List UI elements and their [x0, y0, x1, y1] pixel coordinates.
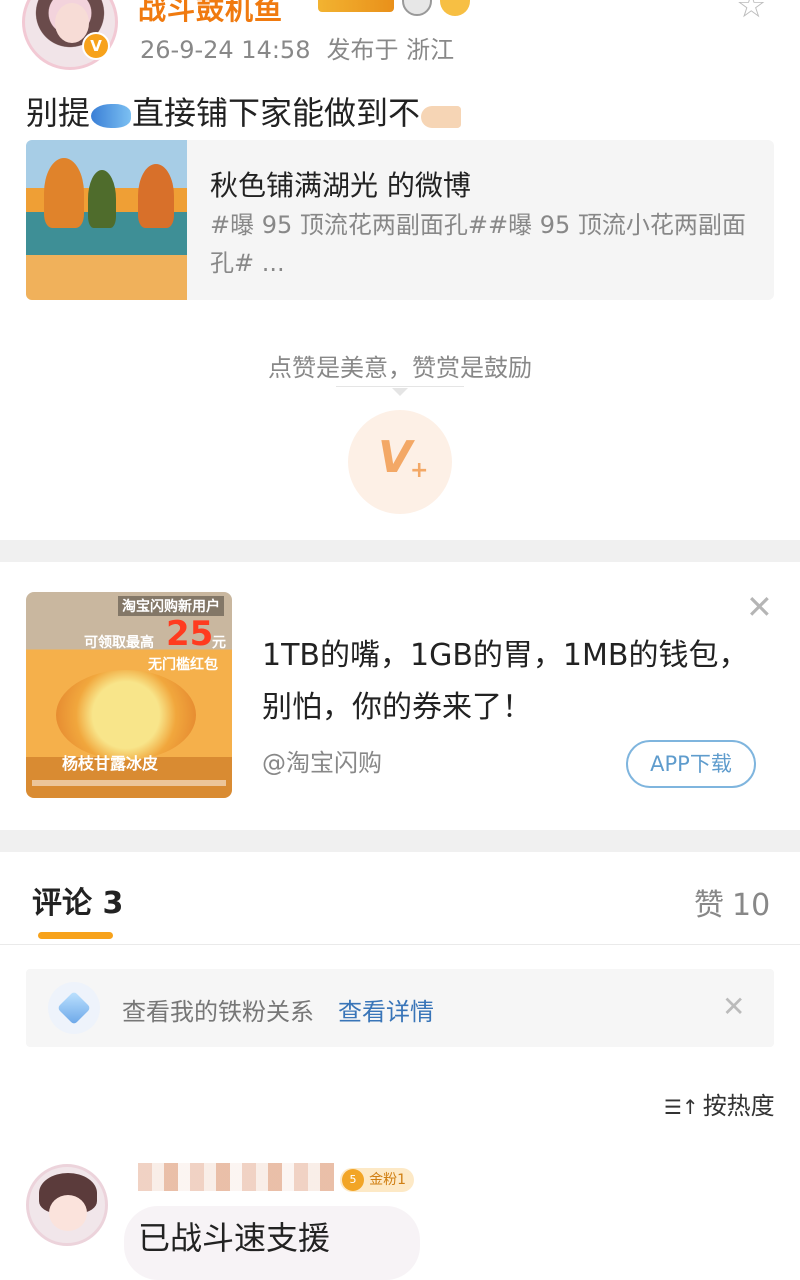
tab-comments[interactable]: 评论 3: [32, 878, 123, 922]
post-text-part1: 别提: [26, 94, 91, 132]
fish-emoji-icon: [90, 96, 132, 134]
gold-fan-badge: 5 金粉1: [340, 1168, 414, 1192]
commenter-name-blurred[interactable]: [138, 1163, 334, 1191]
crown-icon: 5: [342, 1169, 364, 1191]
commenter-avatar[interactable]: [26, 1164, 108, 1246]
ad-image-offer: 可领取最高: [84, 635, 154, 651]
food-photo: [56, 670, 196, 760]
comment-text[interactable]: 已战斗速支援: [138, 1213, 330, 1259]
divider: [0, 944, 800, 945]
ad-image[interactable]: 淘宝闪购新用户 可领取最高 25 元 无门槛红包 杨枝甘露冰皮: [26, 592, 232, 798]
star-icon[interactable]: ☆: [736, 0, 766, 26]
ad-source[interactable]: @淘宝闪购: [262, 743, 382, 778]
fan-relation-text: 查看我的铁粉关系: [122, 998, 314, 1026]
ad-fine-print: [32, 780, 226, 786]
close-banner-icon[interactable]: ✕: [722, 990, 745, 1023]
pointing-hand-emoji-icon: [420, 96, 462, 134]
ad-image-amount: 25: [166, 614, 214, 654]
member-level-badge: [318, 0, 394, 12]
post-meta: 26-9-24 14:58 发布于 浙江: [140, 30, 454, 65]
badge-icon: [402, 0, 432, 16]
repost-title[interactable]: 秋色铺满湖光 的微博: [210, 164, 471, 204]
sort-icon: ☰↑: [664, 1095, 699, 1119]
v-plus-icon: V: [378, 432, 413, 483]
reward-button[interactable]: V +: [348, 410, 452, 514]
section-separator: [0, 540, 800, 562]
active-tab-indicator: [38, 932, 113, 939]
diamond-icon: [48, 982, 100, 1034]
repost-thumbnail: [26, 140, 187, 300]
tab-likes[interactable]: 赞 10: [694, 880, 770, 924]
sort-label: 按热度: [702, 1092, 775, 1120]
ad-text[interactable]: 1TB的嘴，1GB的胃，1MB的钱包，别怕，你的券来了！: [262, 630, 762, 734]
fan-tag-label: 金粉1: [369, 1172, 406, 1188]
post-text-part2: 直接铺下家能做到不: [132, 94, 421, 132]
section-separator: [0, 830, 800, 852]
reward-divider: [336, 386, 464, 387]
reward-prompt: 点赞是美意，赞赏是鼓励: [268, 354, 532, 382]
repost-description: #曝 95 顶流花两副面孔##曝 95 顶流小花两副面孔# ...: [210, 211, 746, 277]
post-timestamp: 26-9-24 14:58: [140, 36, 311, 64]
verified-badge-icon: V: [82, 32, 110, 60]
post-location: 发布于 浙江: [326, 36, 455, 64]
ad-image-product: 杨枝甘露冰皮: [62, 754, 159, 773]
close-ad-icon[interactable]: ✕: [746, 588, 773, 626]
post-text: 别提 直接铺下家能做到不: [26, 88, 462, 134]
sort-by-hot-button[interactable]: ☰↑ 按热度: [664, 1086, 775, 1121]
app-download-button[interactable]: APP下载: [626, 740, 756, 788]
author-name[interactable]: 战斗鼓机鱼: [138, 0, 283, 28]
ad-image-headline: 淘宝闪购新用户: [118, 596, 224, 616]
likes-count: 10: [732, 888, 771, 923]
badge-icon: [440, 0, 470, 16]
likes-label: 赞: [694, 888, 724, 923]
ad-image-coupon: 无门槛红包: [148, 657, 218, 673]
ad-image-unit: 元: [212, 635, 226, 651]
reward-pointer: [392, 388, 408, 396]
view-details-link[interactable]: 查看详情: [338, 992, 434, 1027]
